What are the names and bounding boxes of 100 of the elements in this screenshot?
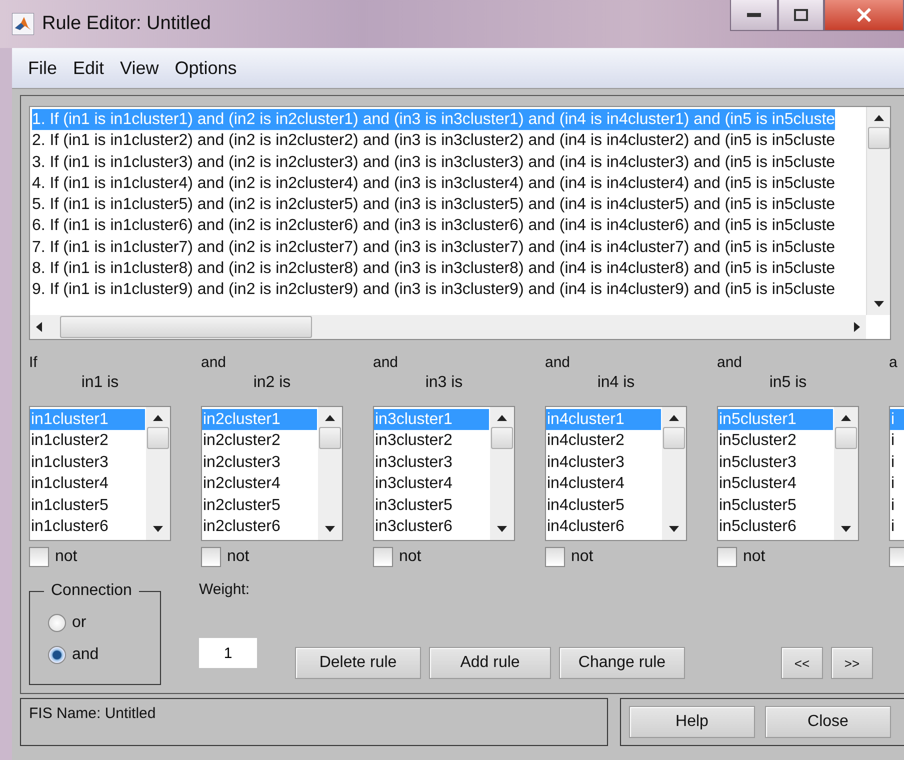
cluster-item[interactable]: in1cluster3 (30, 452, 145, 474)
navigate-button[interactable]: << (781, 647, 823, 679)
cluster-item[interactable]: i (890, 516, 904, 538)
scroll-up-icon[interactable] (841, 415, 851, 421)
cluster-item[interactable]: in4cluster2 (546, 430, 661, 452)
rule-row[interactable]: 8. If (in1 is in1cluster8) and (in2 is in2cluster8) and (in3 is in3cluster8) and (in4 is in4cluster8) and (in5 is in5cluste (32, 258, 836, 280)
cluster-item[interactable]: in5cluster3 (718, 452, 833, 474)
rule-action-button[interactable]: Add rule (429, 647, 551, 679)
not-label: not (399, 548, 422, 566)
cluster-list[interactable]: in5cluster1 in5cluster2 in5cluster3 in5cluster4 in5cluster5 in5cluster6 (717, 406, 859, 541)
not-checkbox[interactable] (717, 547, 737, 567)
not-checkbox[interactable] (545, 547, 565, 567)
cluster-item[interactable]: in1cluster2 (30, 430, 145, 452)
input-heading: in3 is (425, 374, 463, 393)
scroll-down-icon[interactable] (841, 526, 851, 532)
close-window-button[interactable] (824, 0, 904, 31)
cluster-list[interactable]: in1cluster1 in1cluster2 in1cluster3 in1cluster4 in1cluster5 in1cluster6 (29, 406, 171, 541)
input-heading: in4 is (597, 374, 635, 393)
cluster-item[interactable]: in3cluster6 (374, 516, 489, 538)
cluster-item[interactable]: in1cluster6 (30, 516, 145, 538)
cluster-item[interactable]: in4cluster4 (546, 473, 661, 495)
scroll-down-icon[interactable] (497, 526, 507, 532)
cluster-item[interactable]: in4cluster6 (546, 516, 661, 538)
cluster-item[interactable]: in1cluster4 (30, 473, 145, 495)
cluster-item[interactable]: in4cluster5 (546, 494, 661, 516)
cluster-item[interactable]: in5cluster2 (718, 430, 833, 452)
scrollbar-thumb[interactable] (319, 427, 341, 449)
status-text: FIS Name: Untitled (20, 698, 608, 746)
scroll-up-icon[interactable] (669, 415, 679, 421)
weight-field[interactable]: 1 (199, 638, 257, 668)
footer-button[interactable]: Close (765, 706, 891, 738)
not-label: not (743, 548, 766, 566)
cluster-item[interactable]: in5cluster5 (718, 494, 833, 516)
app-logo-icon (12, 13, 34, 35)
scrollbar-thumb[interactable] (491, 427, 513, 449)
input-heading: in2 is (253, 374, 291, 393)
cluster-item[interactable]: in4cluster3 (546, 452, 661, 474)
cluster-item[interactable]: in2cluster5 (202, 494, 317, 516)
scroll-down-icon[interactable] (153, 526, 163, 532)
scrollbar-thumb[interactable] (147, 427, 169, 449)
maximize-button[interactable] (778, 0, 824, 31)
cluster-item[interactable]: in3cluster2 (374, 430, 489, 452)
cluster-item[interactable]: in3cluster3 (374, 452, 489, 474)
scroll-down-icon[interactable] (669, 526, 679, 532)
cluster-item[interactable]: in2cluster2 (202, 430, 317, 452)
cluster-item[interactable]: in3cluster4 (374, 473, 489, 495)
scroll-up-icon[interactable] (153, 415, 163, 421)
scroll-left-icon[interactable] (36, 322, 42, 332)
menu-item[interactable]: Edit (67, 56, 110, 80)
scroll-down-icon[interactable] (874, 301, 884, 307)
cluster-item[interactable]: in3cluster5 (374, 494, 489, 516)
scroll-up-icon[interactable] (874, 115, 884, 121)
not-checkbox[interactable] (201, 547, 221, 567)
minimize-button[interactable] (730, 0, 778, 31)
rule-action-button[interactable]: Delete rule (295, 647, 421, 679)
rule-row[interactable]: 2. If (in1 is in1cluster2) and (in2 is in2cluster2) and (in3 is in3cluster2) and (in4 is in4cluster2) and (in5 is in5cluste (32, 130, 836, 152)
scrollbar-thumb[interactable] (868, 127, 890, 149)
scrollbar-thumb[interactable] (60, 316, 312, 338)
rule-row[interactable]: 5. If (in1 is in1cluster5) and (in2 is in2cluster5) and (in3 is in3cluster5) and (in4 is in4cluster5) and (in5 is in5cluste (32, 194, 836, 216)
rule-row[interactable]: 7. If (in1 is in1cluster7) and (in2 is in2cluster7) and (in3 is in3cluster7) and (in4 is in4cluster7) and (in5 is in5cluste (32, 236, 836, 258)
cluster-list[interactable]: in4cluster1 in4cluster2 in4cluster3 in4cluster4 in4cluster5 in4cluster6 (545, 406, 687, 541)
cluster-item[interactable]: i (890, 494, 904, 516)
cluster-list[interactable]: in2cluster1 in2cluster2 in2cluster3 in2cluster4 in2cluster5 in2cluster6 (201, 406, 343, 541)
cluster-list[interactable]: in3cluster1 in3cluster2 in3cluster3 in3cluster4 in3cluster5 in3cluster6 (373, 406, 515, 541)
rule-row[interactable]: 6. If (in1 is in1cluster6) and (in2 is in2cluster6) and (in3 is in3cluster6) and (in4 is in4cluster6) and (in5 is in5cluste (32, 215, 836, 237)
rule-row[interactable]: 4. If (in1 is in1cluster4) and (in2 is in2cluster4) and (in3 is in3cluster4) and (in4 is in4cluster4) and (in5 is in5cluste (32, 172, 836, 194)
connector-label: and (545, 354, 570, 373)
scroll-right-icon[interactable] (854, 322, 860, 332)
radio-button[interactable] (48, 646, 66, 664)
menu-item[interactable]: View (114, 56, 165, 80)
cluster-item[interactable]: i (890, 430, 904, 452)
cluster-item[interactable]: i (890, 473, 904, 495)
cluster-item[interactable]: in2cluster3 (202, 452, 317, 474)
cluster-item[interactable]: in2cluster4 (202, 473, 317, 495)
not-label: not (55, 548, 78, 566)
cluster-item[interactable]: in1cluster5 (30, 494, 145, 516)
cluster-item[interactable]: in5cluster4 (718, 473, 833, 495)
input-heading: in5 is (769, 374, 807, 393)
not-checkbox[interactable] (373, 547, 393, 567)
radio-button[interactable] (48, 614, 66, 632)
not-checkbox[interactable] (29, 547, 49, 567)
not-label: not (571, 548, 594, 566)
scroll-up-icon[interactable] (325, 415, 335, 421)
navigate-button[interactable]: >> (831, 647, 873, 679)
cluster-item[interactable]: in5cluster6 (718, 516, 833, 538)
menu-item[interactable]: File (22, 56, 64, 80)
scrollbar-thumb[interactable] (663, 427, 685, 449)
scroll-down-icon[interactable] (325, 526, 335, 532)
rule-list[interactable] (29, 106, 891, 340)
rule-row[interactable]: 3. If (in1 is in1cluster3) and (in2 is in2cluster3) and (in3 is in3cluster3) and (in4 is in4cluster3) and (in5 is in5cluste (32, 152, 836, 173)
footer-button[interactable]: Help (629, 706, 755, 738)
scrollbar-thumb[interactable] (835, 427, 857, 449)
rule-action-button[interactable]: Change rule (559, 647, 685, 679)
not-checkbox[interactable] (889, 547, 904, 567)
rule-row[interactable]: 9. If (in1 is in1cluster9) and (in2 is in2cluster9) and (in3 is in3cluster9) and (in4 is in4cluster9) and (in5 is in5cluste (32, 279, 836, 301)
cluster-list[interactable]: i i i i i i (889, 406, 904, 541)
menu-item[interactable]: Options (168, 56, 243, 80)
scroll-up-icon[interactable] (497, 415, 507, 421)
cluster-item[interactable]: in2cluster6 (202, 516, 317, 538)
cluster-item[interactable]: i (890, 452, 904, 474)
